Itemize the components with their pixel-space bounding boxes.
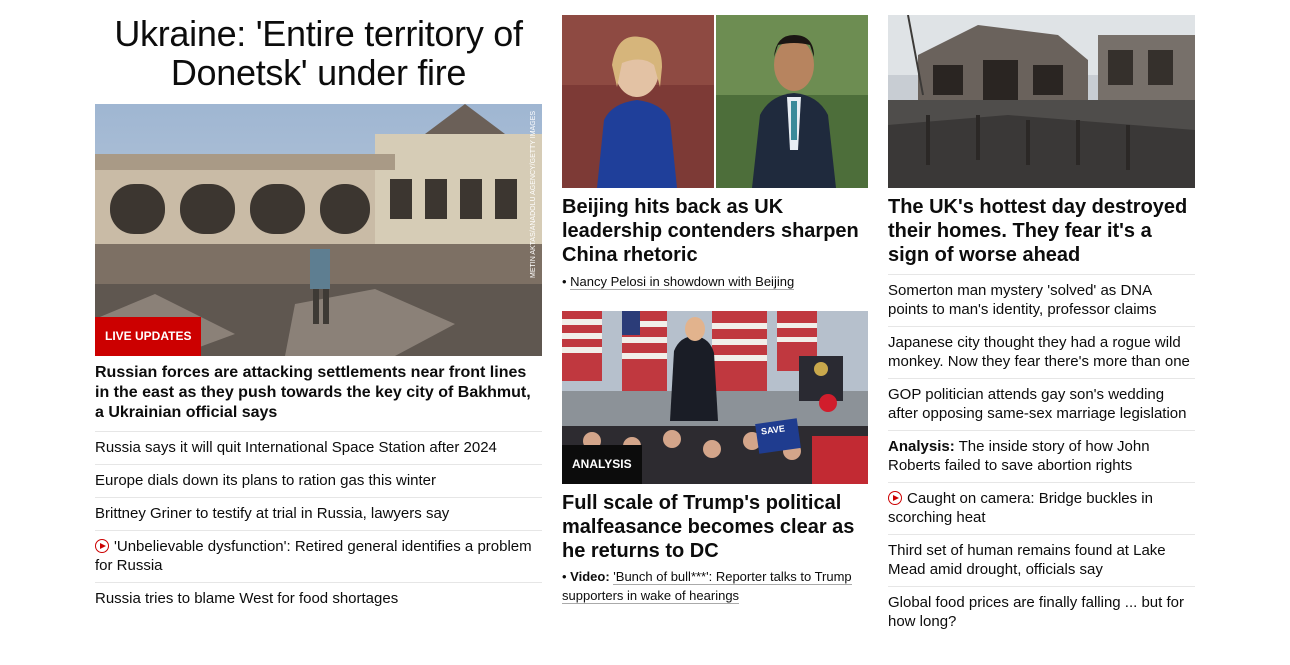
video-label: Video: bbox=[570, 569, 610, 584]
list-item[interactable]: 'Unbelievable dysfunction': Retired gene… bbox=[95, 530, 542, 582]
list-item-text: Brittney Griner to testify at trial in R… bbox=[95, 505, 450, 522]
list-item[interactable]: Global food prices are finally falling .… bbox=[888, 586, 1195, 638]
list-item-text: Third set of human remains found at Lake… bbox=[888, 542, 1166, 578]
middle-column: Beijing hits back as UK leadership conte… bbox=[562, 0, 868, 605]
list-item[interactable]: Europe dials down its plans to ration ga… bbox=[95, 464, 542, 497]
uk-leaders-photo-image bbox=[562, 15, 868, 188]
fire-damage-photo[interactable] bbox=[888, 15, 1195, 188]
list-item[interactable]: GOP politician attends gay son's wedding… bbox=[888, 378, 1195, 430]
related-link[interactable]: • Nancy Pelosi in showdown with Beijing bbox=[562, 272, 868, 291]
list-item[interactable]: Brittney Griner to testify at trial in R… bbox=[95, 497, 542, 530]
list-item[interactable]: Third set of human remains found at Lake… bbox=[888, 534, 1195, 586]
right-column: The UK's hottest day destroyed their hom… bbox=[888, 0, 1195, 638]
list-item-text: Caught on camera: Bridge buckles in scor… bbox=[888, 490, 1153, 526]
list-item-text: Global food prices are finally falling .… bbox=[888, 594, 1184, 630]
related-link-text: Nancy Pelosi in showdown with Beijing bbox=[570, 274, 795, 290]
list-item-text: GOP politician attends gay son's wedding… bbox=[888, 386, 1187, 422]
analysis-badge[interactable]: ANALYSIS bbox=[562, 445, 642, 484]
beijing-story-link[interactable]: Beijing hits back as UK leadership conte… bbox=[562, 195, 868, 267]
analysis-label: Analysis: bbox=[888, 438, 955, 455]
video-link[interactable]: • Video: 'Bunch of bull***': Reporter ta… bbox=[562, 567, 868, 605]
list-item-text: Europe dials down its plans to ration ga… bbox=[95, 472, 437, 489]
list-item-text: 'Unbelievable dysfunction': Retired gene… bbox=[95, 538, 532, 574]
fire-damage-photo-image bbox=[888, 15, 1195, 188]
left-list: Russia says it will quit International S… bbox=[95, 431, 542, 615]
uk-leaders-photo[interactable] bbox=[562, 15, 868, 188]
main-headline[interactable]: Ukraine: 'Entire territory of Donetsk' u… bbox=[95, 14, 542, 92]
list-item[interactable]: Russia says it will quit International S… bbox=[95, 431, 542, 464]
list-item[interactable]: Somerton man mystery 'solved' as DNA poi… bbox=[888, 274, 1195, 326]
ukraine-photo[interactable]: METIN AKTAS/ANADOLU AGENCY/GETTY IMAGES … bbox=[95, 104, 542, 356]
left-column: Ukraine: 'Entire territory of Donetsk' u… bbox=[95, 0, 542, 615]
lead-story-link[interactable]: Russian forces are attacking settlements… bbox=[95, 363, 542, 423]
list-item-text: Russia says it will quit International S… bbox=[95, 439, 497, 456]
list-item[interactable]: Japanese city thought they had a rogue w… bbox=[888, 326, 1195, 378]
live-updates-badge[interactable]: LIVE UPDATES bbox=[95, 317, 202, 356]
list-item[interactable]: Russia tries to blame West for food shor… bbox=[95, 582, 542, 615]
trump-story-link[interactable]: Full scale of Trump's political malfeasa… bbox=[562, 491, 868, 563]
trump-photo[interactable]: SAVE ANALYSIS bbox=[562, 311, 868, 484]
photo-credit: METIN AKTAS/ANADOLU AGENCY/GETTY IMAGES bbox=[530, 108, 540, 278]
right-list: Somerton man mystery 'solved' as DNA poi… bbox=[888, 274, 1195, 638]
list-item[interactable]: Analysis: The inside story of how John R… bbox=[888, 430, 1195, 482]
list-item-text: Somerton man mystery 'solved' as DNA poi… bbox=[888, 282, 1157, 318]
list-item-text: Russia tries to blame West for food shor… bbox=[95, 590, 399, 607]
list-item[interactable]: Caught on camera: Bridge buckles in scor… bbox=[888, 482, 1195, 534]
play-icon bbox=[95, 539, 109, 553]
hottest-day-story-link[interactable]: The UK's hottest day destroyed their hom… bbox=[888, 195, 1195, 267]
play-icon bbox=[888, 491, 902, 505]
photo-credit-text: METIN AKTAS/ANADOLU AGENCY/GETTY IMAGES bbox=[530, 111, 537, 278]
list-item-text: Japanese city thought they had a rogue w… bbox=[888, 334, 1190, 370]
